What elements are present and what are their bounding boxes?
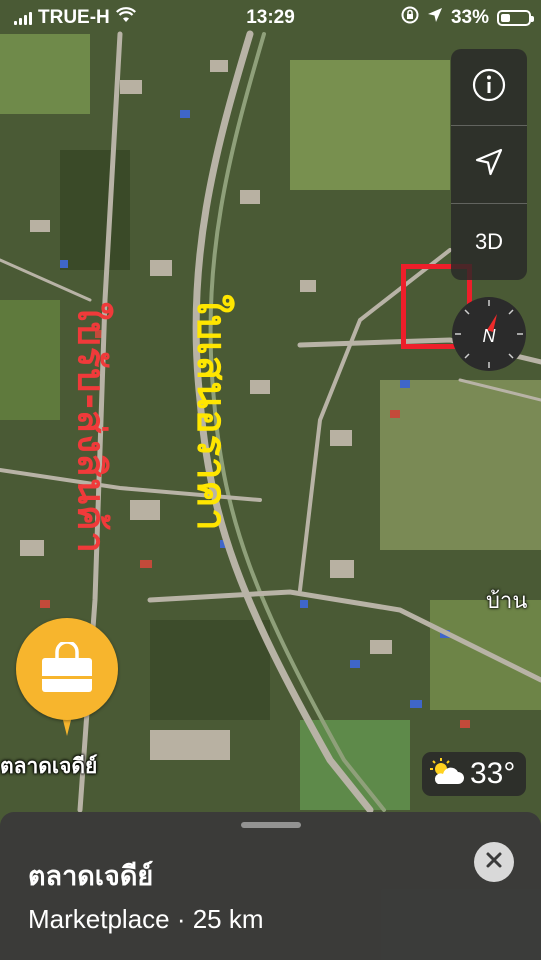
partly-cloudy-icon — [428, 757, 464, 791]
compass-north-label: N — [482, 326, 496, 346]
location-services-icon — [427, 7, 443, 29]
info-button[interactable] — [451, 49, 527, 125]
status-bar: TRUE-H 13:29 33% — [0, 0, 541, 34]
info-icon — [471, 67, 507, 108]
battery-icon — [497, 10, 534, 26]
sheet-grabber[interactable] — [241, 822, 301, 828]
rotation-lock-icon — [401, 6, 419, 30]
battery-percent: 33% — [450, 7, 489, 28]
place-title: ตลาดเจดีย์ — [28, 861, 154, 892]
status-right-group: 33% — [401, 6, 534, 30]
place-label[interactable]: บ้าน — [486, 583, 527, 618]
pin-label[interactable]: ตลาดเจดีย์ — [0, 750, 97, 783]
close-icon — [485, 851, 503, 874]
place-card[interactable]: ตลาดเจดีย์ Marketplace · 25 km — [0, 812, 541, 960]
map-controls-panel: 3D — [451, 49, 527, 280]
location-arrow-icon — [474, 147, 504, 182]
shopping-bag-icon — [38, 640, 96, 701]
3d-view-button[interactable]: 3D — [451, 204, 527, 280]
temperature: 33° — [470, 757, 516, 790]
annotation-red-text: ใบรับ-ส่งสินค้า — [69, 302, 114, 554]
annotation-yellow-text: ใบเสนอราคา — [188, 294, 234, 532]
battery-level — [501, 14, 510, 22]
place-subtitle: Marketplace · 25 km — [28, 904, 264, 934]
marketplace-pin[interactable] — [16, 618, 118, 720]
compass-button[interactable]: N — [451, 296, 527, 372]
weather-badge: 33° — [422, 752, 526, 796]
current-location-button[interactable] — [451, 126, 527, 202]
close-button[interactable] — [474, 842, 514, 882]
